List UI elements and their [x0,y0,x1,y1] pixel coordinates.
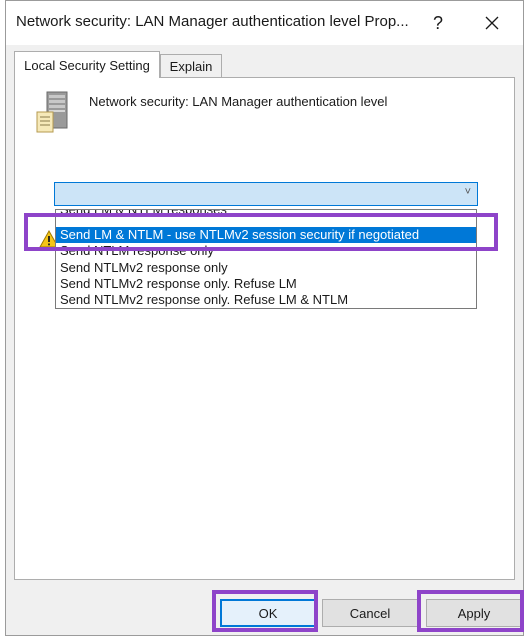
properties-dialog: Network security: LAN Manager authentica… [5,0,524,636]
server-policy-icon [36,91,68,133]
tab-local-security-setting[interactable]: Local Security Setting [14,51,160,78]
tab-explain[interactable]: Explain [160,54,222,77]
help-button[interactable]: ? [418,7,458,39]
window-title: Network security: LAN Manager authentica… [16,13,409,30]
apply-button[interactable]: Apply [426,599,522,627]
chevron-down-icon: ˅ [464,186,471,198]
cancel-button[interactable]: Cancel [322,599,418,627]
dropdown-option[interactable]: Send NTLMv2 response only [56,260,476,276]
title-bar: Network security: LAN Manager authentica… [6,1,523,45]
dropdown-option[interactable]: Send NTLMv2 response only. Refuse LM & N… [56,292,476,308]
tab-panel: Network security: LAN Manager authentica… [14,77,515,580]
dropdown-option[interactable]: Send NTLMv2 response only. Refuse LM [56,276,476,292]
policy-title: Network security: LAN Manager authentica… [89,94,388,109]
screenshot-root: Network security: LAN Manager authentica… [0,0,526,638]
ok-button[interactable]: OK [220,599,316,627]
dropdown-option-selected[interactable]: Send LM & NTLM - use NTLMv2 session secu… [56,227,476,243]
close-icon [485,16,499,30]
authentication-level-select[interactable]: ˅ [54,182,478,206]
dropdown-option[interactable]: Send LM & NTLM responses [56,210,476,218]
close-button[interactable] [472,7,512,39]
dropdown-option[interactable]: Send NTLM response only [56,243,476,259]
authentication-level-dropdown-list: Send LM & NTLM responses Send LM & NTLM … [55,209,477,309]
